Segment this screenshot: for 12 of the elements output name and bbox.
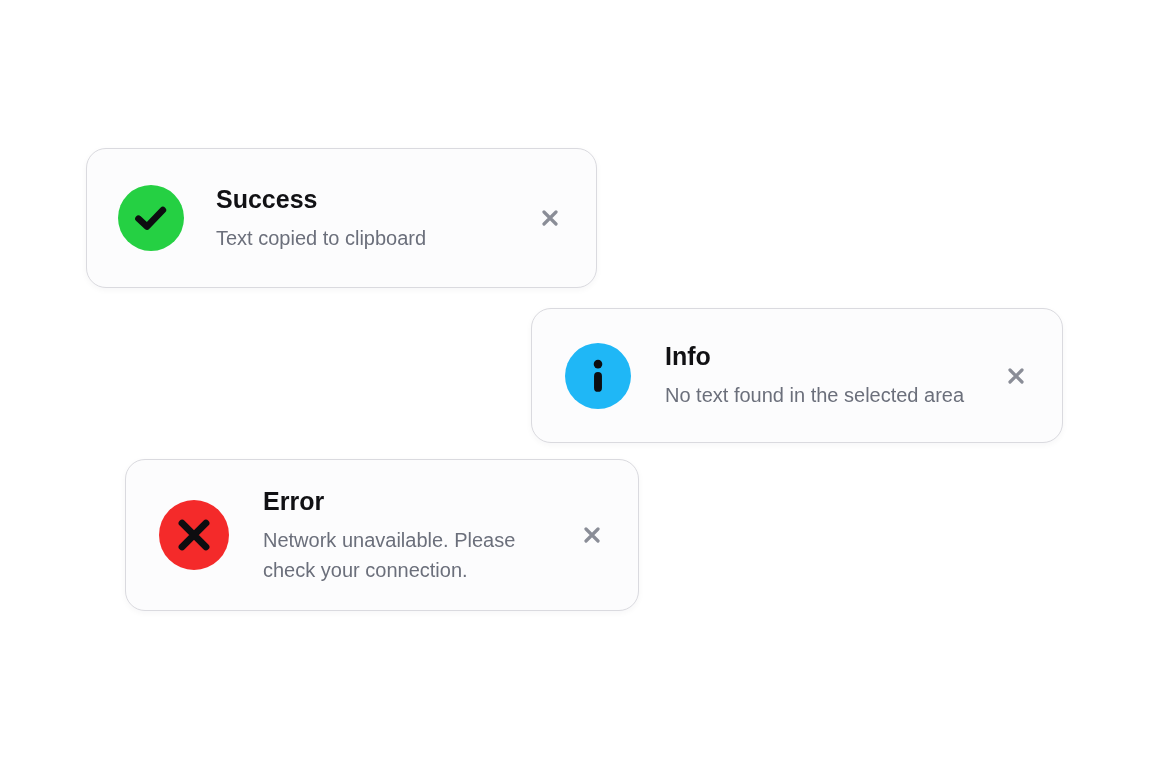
toast-title: Error	[263, 485, 326, 516]
toast-title: Info	[665, 341, 712, 371]
toast-message: Text copied to clipboard	[216, 225, 427, 251]
close-icon	[542, 210, 558, 226]
close-button[interactable]	[584, 527, 600, 543]
toast-title: Success	[216, 183, 319, 214]
close-button[interactable]	[1008, 367, 1024, 384]
close-icon	[1008, 367, 1024, 384]
toast-message: No text found in the selected area	[665, 383, 965, 408]
toast-message: Network unavailable. Please check your connection.	[263, 527, 517, 583]
close-button[interactable]	[542, 210, 558, 226]
close-icon	[584, 527, 600, 543]
